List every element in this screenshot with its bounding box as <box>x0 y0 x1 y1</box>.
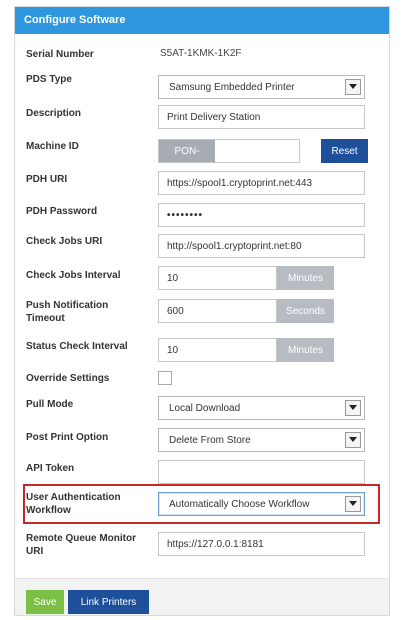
status-check-interval-value: 10 <box>167 344 179 356</box>
check-jobs-uri-field[interactable]: http://spool1.cryptoprint.net:80 <box>158 234 365 258</box>
panel-title: Configure Software <box>24 14 126 26</box>
pdh-password-value: •••••••• <box>167 209 204 221</box>
post-print-option-label: Post Print Option <box>26 432 109 443</box>
pdh-uri-value: https://spool1.cryptoprint.net:443 <box>167 177 313 189</box>
post-print-option-select[interactable]: Delete From Store <box>158 428 365 452</box>
check-jobs-interval-input[interactable]: 10 <box>158 266 277 290</box>
api-token-label: API Token <box>26 463 75 474</box>
caret-down-icon[interactable] <box>345 432 361 448</box>
save-button[interactable]: Save <box>26 590 64 614</box>
post-print-option-selected: Delete From Store <box>169 434 251 446</box>
caret-down-icon[interactable] <box>345 496 361 512</box>
serial-number-value: S5AT-1KMK-1K2F <box>160 48 242 59</box>
status-check-interval-unit: Minutes <box>277 338 334 362</box>
description-field[interactable]: Print Delivery Station <box>158 105 365 129</box>
caret-down-icon[interactable] <box>345 79 361 95</box>
pdh-password-field[interactable]: •••••••• <box>158 203 365 227</box>
status-check-interval-group: 10 Minutes <box>158 338 334 362</box>
push-notification-timeout-value: 600 <box>167 305 184 317</box>
user-authentication-workflow-select[interactable]: Automatically Choose Workflow <box>158 492 365 516</box>
check-jobs-interval-unit: Minutes <box>277 266 334 290</box>
api-token-field[interactable] <box>158 460 365 484</box>
remote-queue-monitor-uri-field[interactable]: https://127.0.0.1:8181 <box>158 532 365 556</box>
pdh-password-label: PDH Password <box>26 206 98 217</box>
remote-queue-monitor-uri-value: https://127.0.0.1:8181 <box>167 538 264 550</box>
override-settings-label: Override Settings <box>26 373 110 384</box>
pull-mode-label: Pull Mode <box>26 399 74 410</box>
pds-type-select[interactable]: Samsung Embedded Printer <box>158 75 365 99</box>
pull-mode-select[interactable]: Local Download <box>158 396 365 420</box>
remote-queue-monitor-uri-label: Remote Queue Monitor URI <box>26 533 137 557</box>
link-printers-button[interactable]: Link Printers <box>68 590 149 614</box>
user-authentication-workflow-label: User Authentication Workflow <box>26 492 121 516</box>
serial-number-label: Serial Number <box>26 49 94 60</box>
check-jobs-interval-value: 10 <box>167 272 179 284</box>
pull-mode-selected: Local Download <box>169 402 241 414</box>
push-notification-timeout-unit: Seconds <box>277 299 334 323</box>
configure-software-panel: Configure Software Serial Number S5AT-1K… <box>14 6 390 616</box>
panel-footer: Save Link Printers <box>15 578 389 615</box>
override-settings-checkbox[interactable] <box>158 371 172 385</box>
pds-type-label: PDS Type <box>26 74 72 85</box>
status-check-interval-label: Status Check Interval <box>26 341 128 352</box>
panel-header: Configure Software <box>15 7 389 34</box>
pds-type-selected: Samsung Embedded Printer <box>169 81 295 93</box>
push-notification-timeout-input[interactable]: 600 <box>158 299 277 323</box>
status-check-interval-input[interactable]: 10 <box>158 338 277 362</box>
check-jobs-uri-value: http://spool1.cryptoprint.net:80 <box>167 240 302 252</box>
pdh-uri-label: PDH URI <box>26 174 68 185</box>
check-jobs-uri-label: Check Jobs URI <box>26 236 103 247</box>
reset-button[interactable]: Reset <box>321 139 368 163</box>
check-jobs-interval-label: Check Jobs Interval <box>26 270 121 281</box>
description-value: Print Delivery Station <box>167 111 261 123</box>
pdh-uri-field[interactable]: https://spool1.cryptoprint.net:443 <box>158 171 365 195</box>
check-jobs-interval-group: 10 Minutes <box>158 266 334 290</box>
caret-down-icon[interactable] <box>345 400 361 416</box>
push-notification-timeout-group: 600 Seconds <box>158 299 334 323</box>
machine-id-toggle[interactable]: PON- <box>158 139 300 163</box>
machine-id-toggle-on[interactable]: PON- <box>159 140 215 162</box>
push-notification-timeout-label: Push Notification Timeout <box>26 300 109 324</box>
description-label: Description <box>26 108 82 119</box>
user-authentication-workflow-selected: Automatically Choose Workflow <box>169 498 310 510</box>
machine-id-label: Machine ID <box>26 141 79 152</box>
